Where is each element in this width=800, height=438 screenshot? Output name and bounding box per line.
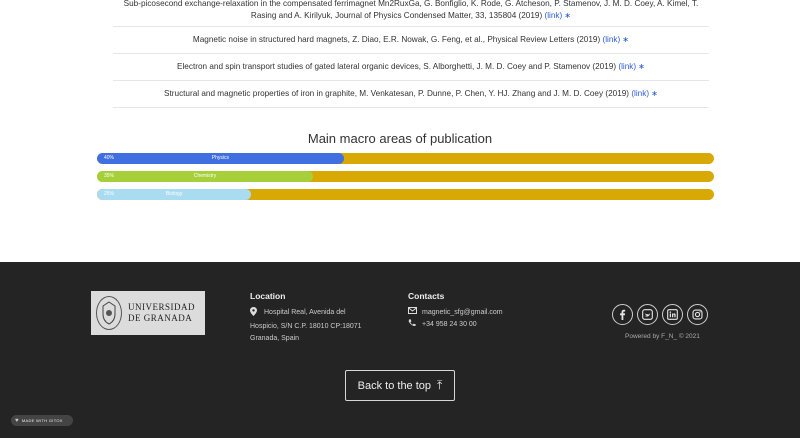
publication-link[interactable]: (link): [631, 89, 649, 98]
publication-item: Sub-picosecond exchange-relaxation in th…: [113, 0, 709, 27]
address-line: Hospital Real, Avenida del: [264, 309, 346, 316]
publication-link[interactable]: (link): [544, 11, 562, 20]
address-line: Granada, Spain: [250, 335, 300, 342]
publication-link[interactable]: (link): [618, 62, 636, 71]
location-address: Hospital Real, Avenida del Hospicio, S/N…: [250, 307, 390, 345]
publication-list: Sub-picosecond exchange-relaxation in th…: [113, 0, 709, 108]
publication-item: Structural and magnetic properties of ir…: [113, 81, 709, 108]
publication-text: Electron and spin transport studies of g…: [177, 62, 645, 71]
site-footer: UNIVERSIDAD DE GRANADA Location Hospital…: [0, 262, 800, 438]
star-icon: ∗: [622, 35, 630, 44]
facebook-icon[interactable]: [612, 304, 633, 325]
contacts-list: magnetic_sfg@gmail.com +34 958 24 30 00: [408, 307, 558, 332]
publication-text: Magnetic noise in structured hard magnet…: [192, 35, 630, 44]
progress-percent: 25%: [104, 191, 115, 197]
phone-number[interactable]: +34 958 24 30 00: [422, 319, 477, 331]
publication-link[interactable]: (link): [602, 35, 620, 44]
back-to-top-label: Back to the top: [357, 379, 432, 392]
university-name: UNIVERSIDAD DE GRANADA: [128, 302, 195, 324]
contacts-title: Contacts: [408, 291, 445, 301]
progress-label: Biology: [165, 191, 183, 197]
address-line: Hospicio, S/N C.P. 18010 CP:18071: [250, 323, 362, 330]
linkedin-icon[interactable]: [662, 304, 683, 325]
map-marker-icon: [250, 307, 264, 321]
instagram-icon[interactable]: [687, 304, 708, 325]
star-icon: ∗: [564, 11, 572, 20]
envelope-icon: [408, 307, 422, 319]
gitox-badge[interactable]: ♥ MADE WITH GITOX: [11, 415, 73, 426]
gitox-label: MADE WITH GITOX: [21, 418, 63, 423]
star-icon: ∗: [651, 89, 658, 98]
macro-areas-bars: 40% Physics 35% Chemistry 25% Biology: [97, 153, 714, 207]
logo-line: UNIVERSIDAD: [128, 302, 195, 312]
publication-text: Structural and magnetic properties of ir…: [164, 89, 658, 98]
progress-label: Physics: [211, 155, 230, 161]
phone-icon: [408, 319, 422, 332]
progress-bar-biology: 25% Biology: [97, 189, 714, 200]
publication-text: Sub-picosecond exchange-relaxation in th…: [123, 0, 699, 20]
progress-bar-physics: 40% Physics: [97, 153, 714, 164]
powered-by: Powered by F_N_ © 2021: [625, 333, 700, 340]
macro-areas-title: Main macro areas of publication: [307, 131, 493, 146]
progress-percent: 40%: [104, 155, 115, 161]
progress-bar-chemistry: 35% Chemistry: [97, 171, 714, 182]
progress-label: Chemistry: [193, 173, 217, 179]
location-title: Location: [250, 291, 286, 301]
heart-icon: ♥: [15, 417, 19, 424]
arrow-up-icon: ⤒: [437, 378, 443, 392]
university-logo[interactable]: UNIVERSIDAD DE GRANADA: [91, 291, 205, 335]
logo-line: DE GRANADA: [128, 313, 193, 323]
twitter-icon[interactable]: [637, 304, 658, 325]
back-to-top-button[interactable]: Back to the top ⤒: [345, 370, 455, 401]
social-links: [612, 304, 708, 325]
university-seal-icon: [96, 296, 122, 330]
email-link[interactable]: magnetic_sfg@gmail.com: [422, 307, 503, 319]
publication-item: Electron and spin transport studies of g…: [113, 54, 709, 81]
publication-item: Magnetic noise in structured hard magnet…: [113, 27, 709, 54]
progress-percent: 35%: [104, 173, 115, 179]
star-icon: ∗: [638, 62, 645, 71]
